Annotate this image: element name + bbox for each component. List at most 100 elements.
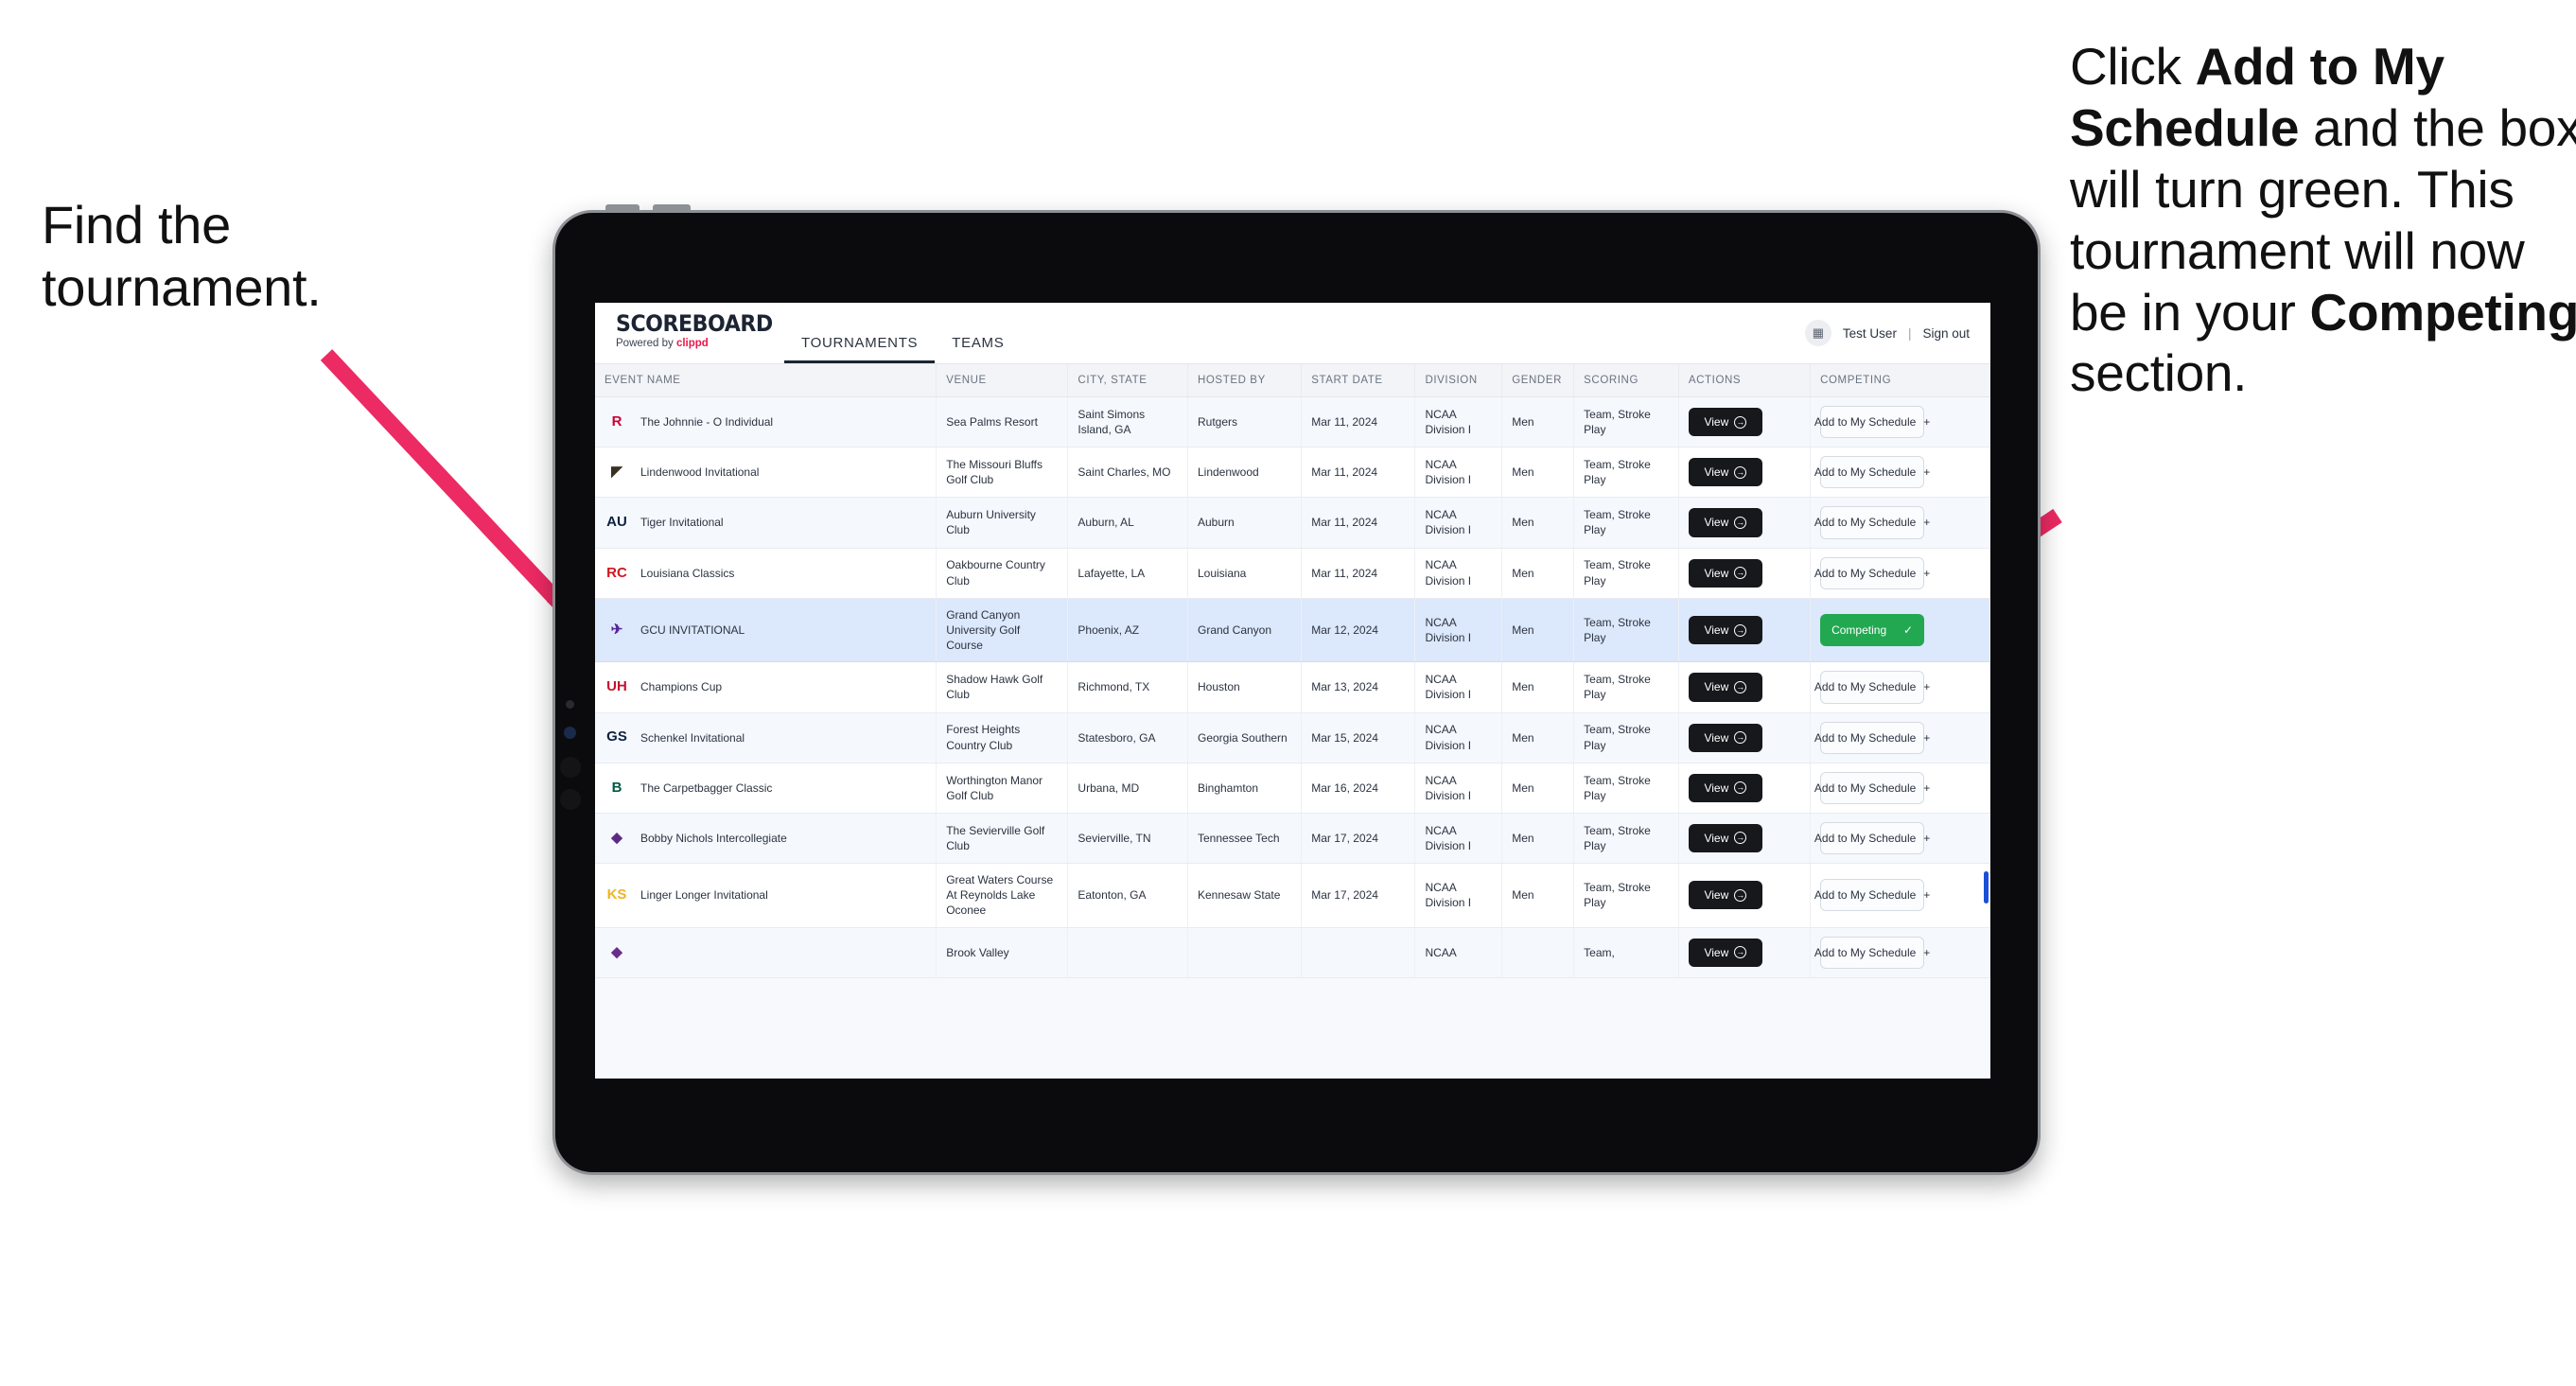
plus-icon: + bbox=[1923, 831, 1931, 845]
add-to-my-schedule-label: Add to My Schedule bbox=[1814, 516, 1917, 530]
view-button-label: View bbox=[1704, 566, 1729, 580]
add-to-my-schedule-button[interactable]: Add to My Schedule + bbox=[1814, 556, 1930, 589]
cell-gender: Men bbox=[1501, 863, 1575, 928]
view-button-label: View bbox=[1704, 730, 1729, 745]
cell-gender: Men bbox=[1501, 813, 1575, 865]
view-button[interactable]: View → bbox=[1688, 508, 1762, 537]
team-logo-icon: KS bbox=[606, 886, 627, 904]
view-button[interactable]: View → bbox=[1688, 458, 1762, 487]
team-logo-icon: ✈ bbox=[610, 621, 623, 638]
add-to-my-schedule-button[interactable]: Add to My Schedule + bbox=[1814, 879, 1930, 912]
sign-out-link[interactable]: Sign out bbox=[1922, 326, 1970, 341]
cell-division: NCAA Division I bbox=[1414, 497, 1503, 549]
team-logo-icon: RC bbox=[606, 564, 627, 581]
col-start-date[interactable]: START DATE bbox=[1301, 364, 1416, 397]
view-button[interactable]: View → bbox=[1688, 938, 1762, 967]
cell-venue: Shadow Hawk Golf Club bbox=[936, 661, 1069, 713]
brand-logo[interactable]: SCOREBOARD Powered by clippd bbox=[595, 303, 773, 363]
col-actions[interactable]: ACTIONS bbox=[1678, 364, 1812, 397]
competing-button-label: Competing bbox=[1831, 623, 1887, 637]
vertical-scrollbar-thumb[interactable] bbox=[1984, 871, 1989, 904]
table-row[interactable]: ◆ Brook Valley NCAA Team, View → Add to My Sch… bbox=[595, 927, 1990, 978]
add-to-my-schedule-button[interactable]: Add to My Schedule + bbox=[1814, 771, 1930, 804]
tablet-side-button-upper[interactable] bbox=[560, 757, 581, 778]
cell-venue: Sea Palms Resort bbox=[936, 396, 1069, 448]
cell-actions: View → bbox=[1678, 598, 1812, 663]
table-row[interactable]: ◆ Bobby Nichols Intercollegiate The Sevier… bbox=[595, 813, 1990, 865]
tab-teams[interactable]: TEAMS bbox=[935, 335, 1021, 363]
view-button-label: View bbox=[1704, 888, 1729, 903]
grid-icon[interactable]: ▦ bbox=[1804, 320, 1831, 346]
cell-venue: Great Waters Course At Reynolds Lake Oco… bbox=[936, 863, 1069, 928]
add-to-my-schedule-button[interactable]: Add to My Schedule + bbox=[1814, 821, 1930, 855]
view-button[interactable]: View → bbox=[1688, 615, 1762, 645]
cell-actions: View → bbox=[1678, 661, 1812, 713]
cell-event-name: UH Champions Cup bbox=[595, 661, 938, 713]
cell-start-date: Mar 13, 2024 bbox=[1301, 661, 1416, 713]
cell-scoring: Team, Stroke Play bbox=[1573, 813, 1679, 865]
add-to-my-schedule-button[interactable]: Add to My Schedule + bbox=[1814, 456, 1930, 489]
tablet-power-button[interactable] bbox=[605, 204, 640, 213]
add-to-my-schedule-button[interactable]: Add to My Schedule + bbox=[1814, 936, 1930, 969]
cell-event-name: KS Linger Longer Invitational bbox=[595, 863, 938, 928]
header-separator: | bbox=[1907, 325, 1912, 341]
arrow-right-circle-icon: → bbox=[1734, 516, 1747, 529]
cell-division: NCAA Division I bbox=[1414, 813, 1503, 865]
table-row[interactable]: R The Johnnie - O Individual Sea Palms Res… bbox=[595, 396, 1990, 448]
cell-competing: Add to My Schedule + bbox=[1810, 763, 1990, 814]
cell-gender: Men bbox=[1501, 763, 1575, 814]
table-row[interactable]: ✈ GCU INVITATIONAL Grand Canyon University… bbox=[595, 598, 1990, 663]
cell-event-name: GS Schenkel Invitational bbox=[595, 712, 938, 763]
table-row[interactable]: GS Schenkel Invitational Forest Heights Co… bbox=[595, 712, 1990, 763]
col-scoring[interactable]: SCORING bbox=[1573, 364, 1679, 397]
view-button[interactable]: View → bbox=[1688, 723, 1762, 752]
col-gender[interactable]: GENDER bbox=[1501, 364, 1575, 397]
team-logo-icon: AU bbox=[606, 514, 627, 531]
event-name-label: The Johnnie - O Individual bbox=[640, 415, 774, 429]
event-name-label: GCU INVITATIONAL bbox=[640, 623, 745, 637]
header-user-area: ▦ Test User | Sign out bbox=[1804, 303, 1990, 363]
competing-button[interactable]: Competing ✓ bbox=[1820, 613, 1925, 647]
table-row[interactable]: AU Tiger Invitational Auburn University Cl… bbox=[595, 497, 1990, 549]
tablet-volume-button[interactable] bbox=[653, 204, 691, 213]
table-row[interactable]: KS Linger Longer Invitational Great Waters… bbox=[595, 863, 1990, 928]
tablet-side-button-lower[interactable] bbox=[560, 789, 581, 810]
view-button[interactable]: View → bbox=[1688, 408, 1762, 437]
plus-icon: + bbox=[1923, 888, 1931, 903]
add-to-my-schedule-button[interactable]: Add to My Schedule + bbox=[1814, 671, 1930, 704]
view-button[interactable]: View → bbox=[1688, 558, 1762, 588]
tab-tournaments[interactable]: TOURNAMENTS bbox=[784, 335, 936, 363]
cell-competing: Add to My Schedule + bbox=[1810, 548, 1990, 599]
col-competing[interactable]: COMPETING bbox=[1810, 364, 1990, 397]
col-division[interactable]: DIVISION bbox=[1414, 364, 1503, 397]
add-to-my-schedule-button[interactable]: Add to My Schedule + bbox=[1814, 721, 1930, 754]
arrow-right-circle-icon: → bbox=[1734, 415, 1747, 429]
add-to-my-schedule-button[interactable]: Add to My Schedule + bbox=[1814, 506, 1930, 539]
tablet-sensor-dot bbox=[566, 700, 574, 709]
cell-division: NCAA Division I bbox=[1414, 447, 1503, 499]
cell-event-name: RC Louisiana Classics bbox=[595, 548, 938, 599]
view-button[interactable]: View → bbox=[1688, 773, 1762, 802]
tournaments-table-scroll[interactable]: EVENT NAME VENUE CITY, STATE HOSTED BY S… bbox=[595, 364, 1990, 1079]
app-header: SCOREBOARD Powered by clippd TOURNAMENTS… bbox=[595, 303, 1990, 364]
add-to-my-schedule-button[interactable]: Add to My Schedule + bbox=[1814, 406, 1930, 439]
view-button[interactable]: View → bbox=[1688, 823, 1762, 853]
table-row[interactable]: B The Carpetbagger Classic Worthington Man… bbox=[595, 763, 1990, 814]
col-event-name[interactable]: EVENT NAME bbox=[595, 364, 938, 397]
cell-division: NCAA Division I bbox=[1414, 661, 1503, 713]
cell-event-name: B The Carpetbagger Classic bbox=[595, 763, 938, 814]
view-button-label: View bbox=[1704, 680, 1729, 694]
view-button-label: View bbox=[1704, 623, 1729, 637]
table-row[interactable]: ◤ Lindenwood Invitational The Missouri Blu… bbox=[595, 447, 1990, 499]
view-button[interactable]: View → bbox=[1688, 881, 1762, 910]
table-row[interactable]: RC Louisiana Classics Oakbourne Country Cl… bbox=[595, 548, 1990, 599]
col-city-state[interactable]: CITY, STATE bbox=[1067, 364, 1188, 397]
cell-competing: Add to My Schedule + bbox=[1810, 927, 1990, 978]
cell-hosted-by: Grand Canyon bbox=[1187, 598, 1303, 663]
table-row[interactable]: UH Champions Cup Shadow Hawk Golf Club Rich… bbox=[595, 661, 1990, 713]
col-venue[interactable]: VENUE bbox=[936, 364, 1069, 397]
annotation-right-part-3: Competing bbox=[2309, 282, 2576, 342]
cell-city-state: Lafayette, LA bbox=[1067, 548, 1188, 599]
col-hosted-by[interactable]: HOSTED BY bbox=[1187, 364, 1303, 397]
view-button[interactable]: View → bbox=[1688, 673, 1762, 702]
